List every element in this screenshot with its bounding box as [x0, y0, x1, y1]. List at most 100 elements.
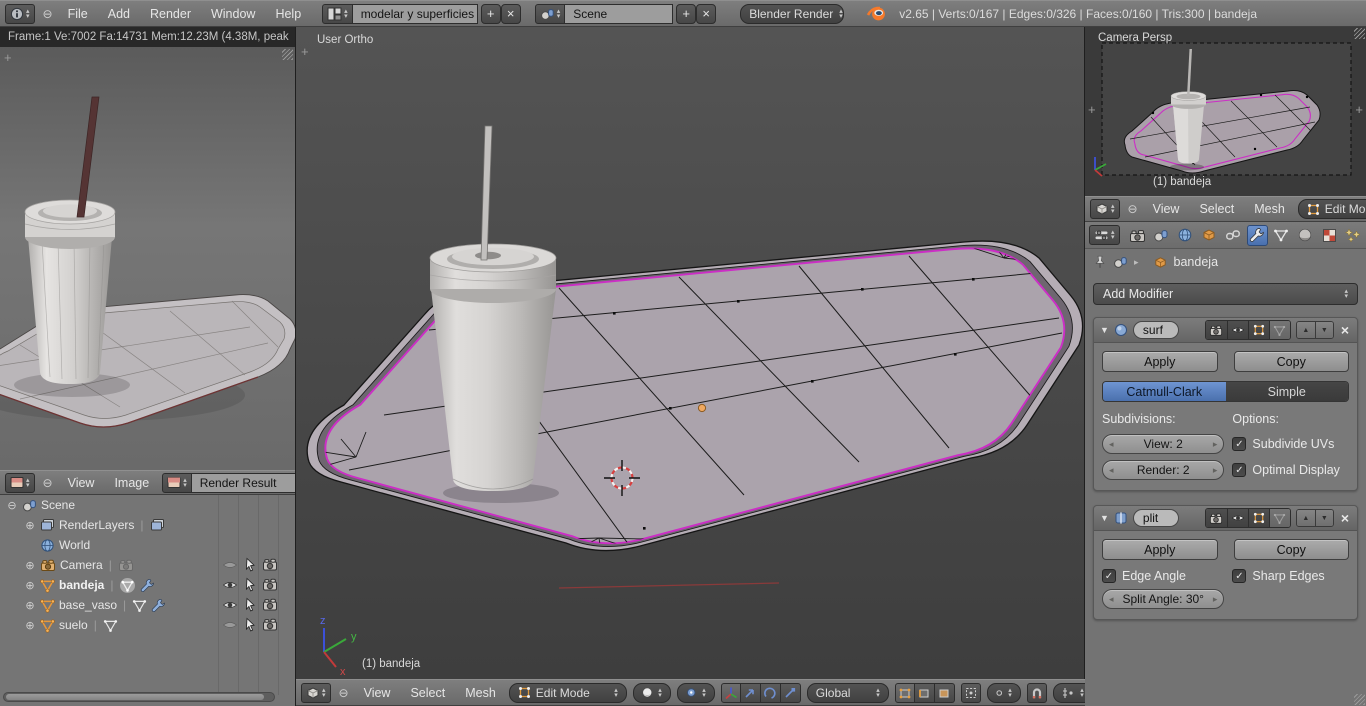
- manipulator-rotate[interactable]: [760, 682, 781, 703]
- panel-expand-icon[interactable]: ▼: [1100, 513, 1109, 523]
- modifier-name-field[interactable]: plit: [1132, 509, 1179, 527]
- modifier-delete-icon[interactable]: ×: [1339, 322, 1351, 338]
- viewport-shading-select[interactable]: ▴ ▾: [632, 682, 671, 703]
- image-name-field[interactable]: Render Result: [191, 472, 295, 493]
- outliner-item-suelo[interactable]: suelo: [59, 618, 88, 632]
- restrict-select-cursor-icon[interactable]: [242, 617, 258, 633]
- restrict-render-camera-icon[interactable]: [262, 597, 278, 613]
- stepper-left-icon[interactable]: ◂: [1109, 594, 1114, 605]
- modifier-header[interactable]: ▼ surf ▲ ▼ ×: [1094, 318, 1357, 343]
- modifier-header[interactable]: ▼ plit ▲ ▼ ×: [1094, 506, 1357, 531]
- mesh-data-icon[interactable]: [119, 577, 136, 594]
- menu-add[interactable]: Add: [101, 7, 137, 21]
- subdivide-uvs-checkbox[interactable]: ✓: [1232, 437, 1247, 451]
- menu-file[interactable]: File: [61, 7, 95, 21]
- modifier-view-toggle-eye-icon[interactable]: [1226, 509, 1248, 527]
- tab-object[interactable]: [1199, 225, 1220, 246]
- modifier-move-down-button[interactable]: ▼: [1314, 510, 1333, 526]
- pin-icon[interactable]: [1093, 255, 1107, 269]
- screen-layout-browse-button[interactable]: ▴ ▾: [322, 3, 353, 24]
- modifier-move-down-button[interactable]: ▼: [1314, 322, 1333, 338]
- modifier-render-toggle-camera-icon[interactable]: [1205, 509, 1227, 527]
- tab-texture[interactable]: [1319, 225, 1340, 246]
- outliner-region[interactable]: ⊖ Scene ⊕ RenderLayers | World ⊕ Camera …: [0, 495, 295, 706]
- restrict-select-cursor-icon[interactable]: [242, 597, 258, 613]
- mode-select[interactable]: Edit Mode ▴ ▾: [508, 682, 627, 703]
- stepper-right-icon[interactable]: ▸: [1213, 439, 1218, 450]
- pivot-point-select[interactable]: ▴ ▾: [676, 682, 715, 703]
- modifier-move-up-button[interactable]: ▲: [1296, 322, 1315, 338]
- modifier-cage-toggle-icon[interactable]: [1268, 321, 1290, 339]
- tab-render[interactable]: [1127, 225, 1148, 246]
- restrict-select-cursor-icon[interactable]: [242, 577, 258, 593]
- render-engine-select[interactable]: Blender Render ▴ ▾: [740, 3, 845, 24]
- copy-button[interactable]: Copy: [1233, 539, 1349, 560]
- menu-mesh[interactable]: Mesh: [458, 686, 503, 700]
- menu-view[interactable]: View: [1146, 202, 1187, 216]
- transform-orientation-select[interactable]: Global ▴ ▾: [806, 682, 889, 703]
- collapse-menu-icon[interactable]: ⊖: [1126, 202, 1140, 216]
- stepper-left-icon[interactable]: ◂: [1109, 465, 1114, 476]
- expand-toggle[interactable]: ⊕: [24, 619, 36, 632]
- mesh-data-icon[interactable]: [103, 618, 118, 633]
- editor-type-selector-3dview[interactable]: ▴ ▾: [301, 682, 331, 703]
- view-subdivisions-stepper[interactable]: ◂ View: 2 ▸: [1102, 434, 1225, 454]
- region-split-plus-icon[interactable]: +: [301, 45, 309, 58]
- modifier-editmode-toggle-icon[interactable]: [1247, 509, 1269, 527]
- menu-view[interactable]: View: [357, 686, 398, 700]
- editor-type-selector-3dview[interactable]: ▴ ▾: [1090, 199, 1120, 219]
- menu-select[interactable]: Select: [1192, 202, 1241, 216]
- menu-select[interactable]: Select: [403, 686, 452, 700]
- image-editor-region[interactable]: Frame:1 Ve:7002 Fa:14731 Mem:12.23M (4.3…: [0, 27, 295, 470]
- restrict-view-eye-icon[interactable]: [222, 617, 238, 633]
- restrict-view-eye-icon[interactable]: [222, 577, 238, 593]
- stepper-right-icon[interactable]: ▸: [1213, 465, 1218, 476]
- camera-data-icon[interactable]: [118, 558, 134, 572]
- viewport-3d[interactable]: z y x User Ortho (1) bandeja +: [296, 27, 1085, 679]
- apply-button[interactable]: Apply: [1102, 539, 1218, 560]
- image-browse-button[interactable]: ▴ ▾: [162, 472, 192, 493]
- snap-magnet-toggle[interactable]: [1026, 682, 1047, 703]
- expand-toggle[interactable]: ⊕: [24, 599, 36, 612]
- sharp-edges-checkbox[interactable]: ✓: [1232, 569, 1247, 583]
- outliner-item-camera[interactable]: Camera: [60, 558, 103, 572]
- tab-material[interactable]: [1295, 225, 1316, 246]
- edge-angle-checkbox[interactable]: ✓: [1102, 569, 1116, 583]
- modifier-delete-icon[interactable]: ×: [1339, 510, 1351, 526]
- render-subdivisions-stepper[interactable]: ◂ Render: 2 ▸: [1102, 460, 1225, 480]
- proportional-edit-select[interactable]: ▴ ▾: [986, 682, 1021, 703]
- collapse-menu-icon[interactable]: ⊖: [41, 7, 55, 21]
- add-modifier-dropdown[interactable]: Add Modifier ▴ ▾: [1093, 283, 1358, 305]
- modifier-move-up-button[interactable]: ▲: [1296, 510, 1315, 526]
- restrict-view-eye-icon[interactable]: [222, 557, 238, 573]
- restrict-render-camera-icon[interactable]: [262, 617, 278, 633]
- region-split-plus-icon[interactable]: +: [1355, 103, 1363, 116]
- modifier-cage-toggle-icon[interactable]: [1268, 509, 1290, 527]
- restrict-render-camera-icon[interactable]: [262, 557, 278, 573]
- mode-select[interactable]: Edit Mode: [1297, 199, 1366, 219]
- add-screen-button[interactable]: +: [480, 3, 501, 24]
- outliner-item-world[interactable]: World: [59, 538, 90, 552]
- outliner-item-base-vaso[interactable]: base_vaso: [59, 598, 117, 612]
- add-scene-button[interactable]: +: [676, 3, 697, 24]
- wrench-modifier-icon[interactable]: [140, 578, 155, 593]
- collapse-menu-icon[interactable]: ⊖: [337, 686, 351, 700]
- camera-viewport[interactable]: Camera Persp (1) bandeja + +: [1085, 27, 1366, 196]
- menu-render[interactable]: Render: [143, 7, 198, 21]
- menu-window[interactable]: Window: [204, 7, 262, 21]
- copy-button[interactable]: Copy: [1233, 351, 1349, 372]
- expand-toggle[interactable]: ⊖: [6, 499, 18, 512]
- screen-name-field[interactable]: modelar y superficies: [352, 3, 478, 24]
- horizontal-scrollbar[interactable]: [3, 692, 275, 702]
- tab-object-data[interactable]: [1271, 225, 1292, 246]
- modifier-render-toggle-camera-icon[interactable]: [1205, 321, 1227, 339]
- apply-button[interactable]: Apply: [1102, 351, 1218, 372]
- tab-scene[interactable]: [1151, 225, 1172, 246]
- scene-icon[interactable]: [1113, 255, 1128, 269]
- manipulator-translate[interactable]: [740, 682, 761, 703]
- region-split-plus-icon[interactable]: +: [4, 51, 12, 64]
- region-split-plus-icon[interactable]: +: [1088, 103, 1096, 116]
- catmull-clark-button[interactable]: Catmull-Clark: [1103, 382, 1226, 401]
- manipulator-scale[interactable]: [780, 682, 801, 703]
- vertex-select-mode[interactable]: [894, 682, 915, 703]
